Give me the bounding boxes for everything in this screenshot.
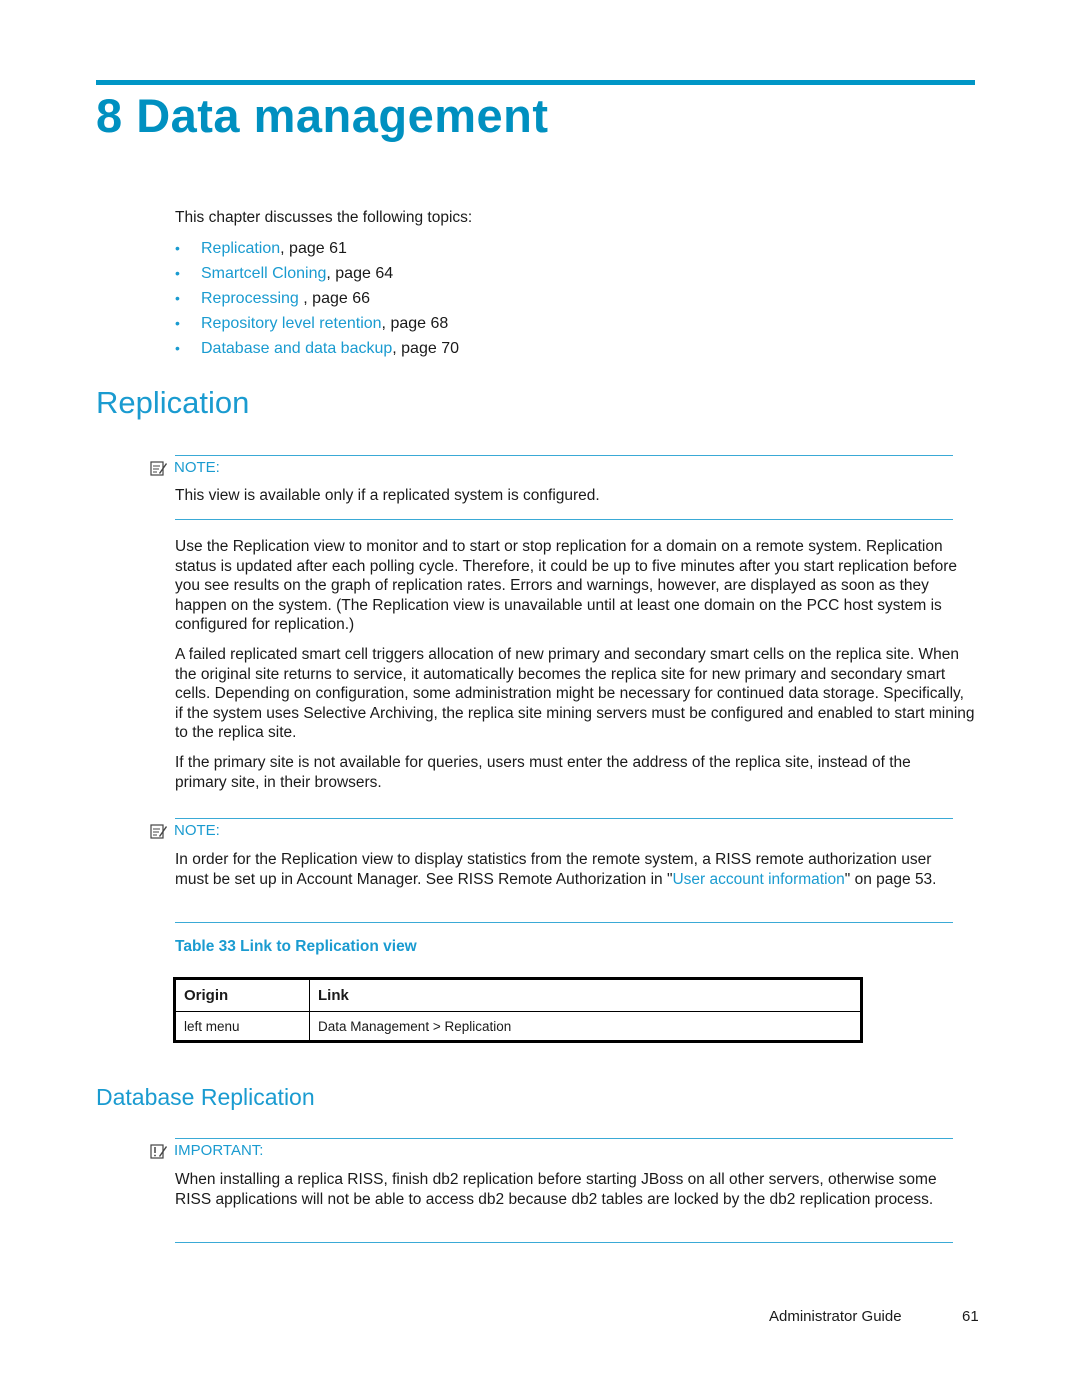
cell-origin: left menu	[184, 1018, 240, 1034]
topic-item: • Replication, page 61	[175, 238, 459, 263]
column-header-origin: Origin	[174, 978, 310, 1012]
chapter-title: 8 Data management	[96, 89, 549, 142]
note-bottom-rule	[175, 922, 953, 923]
topic-link-repository-retention[interactable]: Repository level retention	[201, 313, 382, 338]
column-header-link: Link	[309, 978, 862, 1012]
bullet-icon: •	[175, 240, 180, 256]
chapter-top-rule	[96, 80, 975, 85]
bullet-icon: •	[175, 265, 180, 281]
table-row: left menu Data Management > Replication	[175, 1011, 862, 1042]
important-label-text: IMPORTANT:	[174, 1142, 264, 1159]
topic-item: • Reprocessing , page 66	[175, 288, 459, 313]
note-label: NOTE:	[150, 822, 220, 839]
bullet-icon: •	[175, 315, 180, 331]
cell-link: Data Management > Replication	[309, 1011, 862, 1042]
topic-item: • Database and data backup, page 70	[175, 338, 459, 363]
important-icon	[150, 1143, 167, 1159]
topic-page: , page 61	[280, 240, 347, 257]
important-label: IMPORTANT:	[150, 1142, 263, 1159]
table-caption: Table 33 Link to Replication view	[175, 938, 417, 955]
topic-page: , page 70	[392, 340, 459, 357]
topic-page: , page 64	[326, 265, 394, 282]
bullet-icon: •	[175, 340, 180, 356]
intro-text: This chapter discusses the following top…	[175, 209, 473, 226]
note-bottom-rule	[175, 519, 953, 520]
note-text: This view is available only if a replica…	[175, 487, 600, 504]
note-text-part: " on page 53.	[844, 870, 937, 888]
note-label-text: NOTE:	[174, 459, 220, 476]
topic-item: • Repository level retention, page 68	[175, 313, 459, 338]
bullet-icon: •	[175, 290, 180, 306]
section-heading-replication: Replication	[96, 385, 250, 420]
link-table: Origin Link left menu Data Management > …	[173, 977, 863, 1043]
paragraph: If the primary site is not available for…	[175, 754, 911, 791]
note-icon	[150, 460, 167, 476]
table-header-row: Origin Link	[174, 978, 862, 1012]
note-label: NOTE:	[150, 459, 220, 476]
topic-link-replication[interactable]: Replication	[201, 238, 280, 263]
section-heading-database-replication: Database Replication	[96, 1084, 315, 1110]
topic-link-database-backup[interactable]: Database and data backup	[201, 338, 392, 363]
paragraph: A failed replicated smart cell triggers …	[175, 646, 975, 742]
footer-guide-title: Administrator Guide	[769, 1308, 902, 1325]
important-bottom-rule	[175, 1242, 953, 1243]
paragraph: Use the Replication view to monitor and …	[175, 538, 958, 634]
note-icon	[150, 823, 167, 839]
important-top-rule	[175, 1138, 953, 1139]
footer-page-number: 61	[962, 1308, 979, 1325]
topic-link-smartcell-cloning[interactable]: Smartcell Cloning	[201, 263, 326, 288]
topic-link-reprocessing[interactable]: Reprocessing	[201, 288, 303, 313]
user-account-information-link[interactable]: User account information	[672, 871, 844, 888]
topic-page: , page 66	[303, 290, 371, 307]
topic-page: , page 68	[381, 315, 449, 332]
note-label-text: NOTE:	[174, 822, 220, 839]
note-top-rule	[175, 455, 953, 456]
important-text: When installing a replica RISS, finish d…	[175, 1171, 937, 1208]
note-text: In order for the Replication view to dis…	[175, 850, 945, 889]
note-top-rule	[175, 818, 953, 819]
topic-item: • Smartcell Cloning, page 64	[175, 263, 459, 288]
topic-list: • Replication, page 61 • Smartcell Cloning…	[175, 238, 459, 363]
